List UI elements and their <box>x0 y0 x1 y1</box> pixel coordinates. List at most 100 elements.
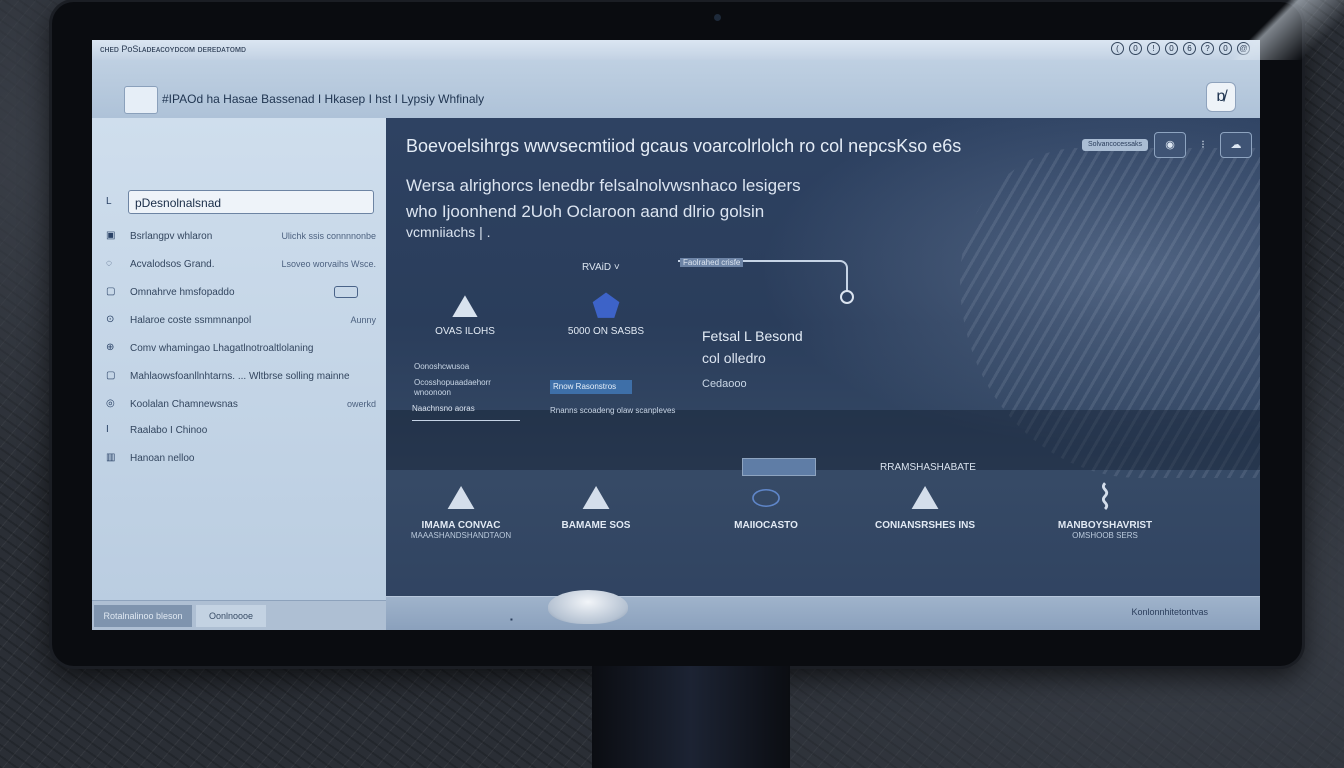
highlight-badge[interactable]: Rnow Rasonstros <box>550 380 632 394</box>
main-panel: Boevoelsihrgs wwvsecmtiiod gcaus voarcol… <box>386 118 1260 630</box>
feature-card-title: Fetsal L Besond <box>702 328 803 344</box>
cloud-icon: ⬭ <box>751 479 781 517</box>
sidebar-item-label: Bsrlangpv whlaron <box>130 231 213 242</box>
feature-caption: 5000 ON SASBS <box>567 326 645 337</box>
sidebar-item-icon: ▣ <box>106 230 116 241</box>
sidebar-footer-button-primary[interactable]: Rotalnalinoo bleson <box>94 605 192 627</box>
sidebar-item-label: Hanoan nelloo <box>130 453 195 464</box>
sidebar-item-label: Acvalodsos Grand. <box>130 259 215 270</box>
feature-card[interactable]: Faolrahed crisfe <box>678 258 854 304</box>
sidebar-item-label: Halaroe coste ssmmnanpol <box>130 315 252 326</box>
feature-caption: OVAS ILOHS <box>435 326 495 337</box>
mini-button[interactable]: Naachnsno aoras <box>412 404 520 421</box>
control-icon-1[interactable]: ( <box>1111 42 1124 55</box>
bottom-card-caption: MAIIOCASTO <box>734 520 798 531</box>
sidebar-item-label: Koolalan Chamnewsnas <box>130 399 238 410</box>
close-icon[interactable]: ɒ̸ <box>1206 82 1236 112</box>
sidebar: L pDesnolnalsnad ▣ Bsrlangpv whlaron Uli… <box>92 118 387 630</box>
sidebar-item-5[interactable]: ⊕ Comv whamingao Lhagatlnotroaltlolaning <box>92 338 386 360</box>
search-input[interactable]: pDesnolnalsnad <box>128 190 374 214</box>
sidebar-footer-button-secondary[interactable]: Oonlnoooe <box>196 605 266 627</box>
highlight-subtitle: Rnanns scoadeng olaw scanpleves <box>550 406 676 415</box>
bottom-card-subcaption: OMSHOOB SERS <box>1072 531 1138 540</box>
bottom-card-2[interactable]: ⛰ BAMAME SOS <box>546 476 646 531</box>
control-icon-4[interactable]: 0 <box>1165 42 1178 55</box>
sidebar-item-label: Mahlaowsfoanllnhtarns. ... Wltbrse solli… <box>130 371 350 382</box>
sidebar-item-icon: ⊕ <box>106 342 115 353</box>
sidebar-item-label: Omnahrve hmsfopaddo <box>130 287 235 298</box>
cloud-icon[interactable]: ☁ <box>1220 132 1252 158</box>
sidebar-item-icon: ▢ <box>106 370 116 381</box>
bottom-card-caption: IMAMA CONVAC <box>421 520 501 531</box>
figure-icon: ⛰ <box>910 479 940 517</box>
screen-glare <box>1194 0 1344 60</box>
sidebar-item-8[interactable]: I Raalabo I Chinoo <box>92 420 386 442</box>
bottom-card-subcaption: MAAASHANDSHANDTAON <box>410 531 512 540</box>
dropdown-tag[interactable]: RVAiD ˅ <box>582 262 620 273</box>
bottom-card-3[interactable]: ⬭ MAIIOCASTO <box>716 476 816 531</box>
sidebar-footer: Rotalnalinoo bleson Oonlnoooe <box>92 600 386 630</box>
sidebar-item-label: Raalabo I Chinoo <box>130 425 208 436</box>
monitor-stand <box>592 666 790 768</box>
feature-item-2[interactable]: ⬟ 5000 ON SASBS <box>556 286 656 337</box>
app-header: #IPAOd ha Hasae Bassenad I Hkasep I hst … <box>92 60 1260 118</box>
search-icon: L <box>106 196 112 207</box>
feature-card-note: Cedaooo <box>702 378 747 390</box>
window-title: ᴄʜᴇᴅ PoSʟᴀᴅᴇᴀᴄᴏʏᴅᴄᴏᴍ ᴅᴇʀᴇᴅᴀᴛᴏᴍᴅ <box>100 44 246 54</box>
main-headline: Boevoelsihrgs wwvsecmtiiod gcaus voarcol… <box>406 136 962 156</box>
link-3[interactable]: wnoonoon <box>414 388 451 397</box>
sidebar-item-icon: ▥ <box>106 452 116 463</box>
main-subtitle-2: who Ijoonhend 2Uoh Oclaroon aand dlrio g… <box>406 202 765 221</box>
sidebar-item-3[interactable]: ▢ Omnahrve hmsfopaddo <box>92 282 386 304</box>
section-label: RRAMSHASHABATE <box>880 462 976 473</box>
webcam <box>714 14 721 21</box>
status-pill[interactable]: Solvancocessaks <box>1082 139 1148 151</box>
shield-icon: ⬟ <box>592 288 620 324</box>
bottom-card-caption: CONIANSRSHES INS <box>874 520 975 531</box>
link-1[interactable]: Oonoshcwusoa <box>414 362 469 371</box>
app-name: #IPAOd ha Hasae Bassenad I Hkasep I hst … <box>162 92 485 106</box>
mountain-icon: ⛰ <box>451 288 479 324</box>
sidebar-item-1[interactable]: ▣ Bsrlangpv whlaron Ulichk ssis connnnon… <box>92 226 386 248</box>
link-2[interactable]: Ocosshopuaadaehorr <box>414 378 491 387</box>
app-logo-icon <box>124 86 158 114</box>
sidebar-item-7[interactable]: ◎ Koolalan Chamnewsnas owerkd <box>92 394 386 416</box>
status-mark: ▪ <box>510 615 513 624</box>
sidebar-item-icon: ⊙ <box>106 314 115 325</box>
feature-card-subtitle: col olledro <box>702 350 766 366</box>
sidebar-item-label: Comv whamingao Lhagatlnotroaltlolaning <box>130 343 314 354</box>
screen: ᴄʜᴇᴅ PoSʟᴀᴅᴇᴀᴄᴏʏᴅᴄᴏᴍ ᴅᴇʀᴇᴅᴀᴛᴏᴍᴅ ( 0 ! 0 … <box>92 40 1260 630</box>
bottom-card-4[interactable]: ⛰ CONIANSRSHES INS <box>870 476 980 531</box>
title-bar: ᴄʜᴇᴅ PoSʟᴀᴅᴇᴀᴄᴏʏᴅᴄᴏᴍ ᴅᴇʀᴇᴅᴀᴛᴏᴍᴅ ( 0 ! 0 … <box>92 40 1260 61</box>
sidebar-item-meta: Aunny <box>350 315 376 325</box>
main-subtitle-1: Wersa alrighorcs lenedbr felsalnolvwsnha… <box>406 176 801 195</box>
bottom-card-5[interactable]: ⌇ MANBOYSHAVRIST OMSHOOB SERS <box>1050 476 1160 540</box>
main-top-controls: Solvancocessaks ◉ ⁝ ☁ <box>1082 132 1252 158</box>
bottom-card-1[interactable]: ⛰ IMAMA CONVAC MAAASHANDSHANDTAON <box>406 476 516 540</box>
bottom-card-caption: MANBOYSHAVRIST <box>1057 520 1153 531</box>
sidebar-item-meta: Ulichk ssis connnnonbe <box>281 231 376 241</box>
control-icon-2[interactable]: 0 <box>1129 42 1142 55</box>
sidebar-item-icon: ◌ <box>106 258 112 269</box>
status-bar: ▪ Konlonnhitetontvas <box>386 596 1260 630</box>
sidebar-item-4[interactable]: ⊙ Halaroe coste ssmmnanpol Aunny <box>92 310 386 332</box>
sidebar-item-2[interactable]: ◌ Acvalodsos Grand. Lsoveo worvaihs Wsce… <box>92 254 386 276</box>
sidebar-item-icon: I <box>106 424 109 435</box>
sidebar-item-icon: ◎ <box>106 398 115 409</box>
sidebar-item-meta: Lsoveo worvaihs Wsce. <box>281 259 376 269</box>
toggle-switch[interactable] <box>334 286 358 298</box>
status-text: Konlonnhitetontvas <box>1131 607 1208 617</box>
sidebar-item-meta: owerkd <box>346 399 376 409</box>
sidebar-item-6[interactable]: ▢ Mahlaowsfoanllnhtarns. ... Wltbrse sol… <box>92 366 386 388</box>
sidebar-item-9[interactable]: ▥ Hanoan nelloo <box>92 448 386 470</box>
camera-icon[interactable]: ◉ <box>1154 132 1186 158</box>
mouse-device <box>548 590 628 624</box>
feature-item-1[interactable]: ⛰ OVAS ILOHS <box>420 286 510 337</box>
main-subtitle-3: vcmniiachs | . <box>406 224 491 240</box>
menu-icon[interactable]: ⁝ <box>1192 133 1214 157</box>
sidebar-item-icon: ▢ <box>106 286 116 297</box>
feature-card-knob-icon[interactable] <box>840 290 854 304</box>
control-icon-3[interactable]: ! <box>1147 42 1160 55</box>
section-tab[interactable] <box>742 458 816 476</box>
bird-icon: ⛰ <box>581 479 611 517</box>
